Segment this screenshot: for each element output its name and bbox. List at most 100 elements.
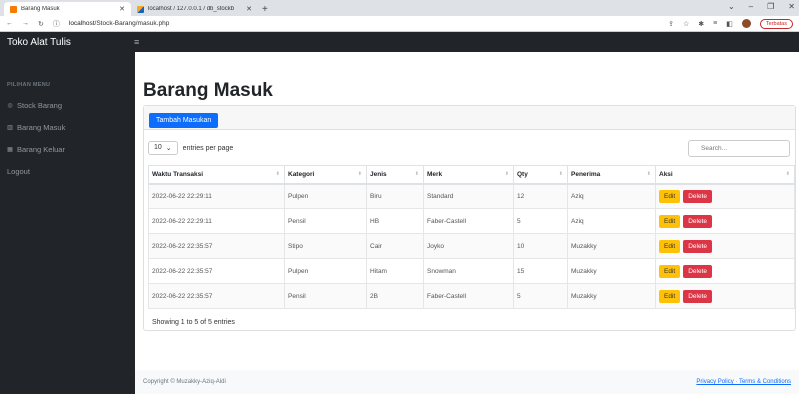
sidebar-heading: PILIHAN MENU	[7, 82, 51, 88]
minimize-icon[interactable]: –	[749, 2, 753, 11]
address-bar-row: ← → ↻ ⓘ localhost/Stock-Barang/masuk.php…	[0, 16, 799, 32]
sidebar-item-barang-keluar[interactable]: ▦ Barang Keluar	[0, 138, 135, 160]
url-field[interactable]: localhost/Stock-Barang/masuk.php	[69, 20, 659, 27]
cell-type: Biru	[366, 183, 424, 209]
cell-type: Hitam	[366, 258, 424, 284]
column-header[interactable]: Qty ⬍	[513, 165, 568, 185]
column-header[interactable]: Waktu Transaksi ⬍	[148, 165, 285, 185]
page-favicon-icon	[10, 5, 17, 13]
entries-per-page: 10 ⌄ entries per page	[148, 141, 233, 155]
extensions-icon[interactable]: ✱	[698, 20, 704, 28]
delete-button[interactable]: Delete	[683, 189, 712, 203]
edit-button[interactable]: Edit	[659, 189, 681, 203]
url-path: /Stock-Barang/masuk.php	[94, 20, 170, 27]
table-row: 2022-06-22 22:29:11 Pensil HB Faber-Cast…	[148, 208, 795, 234]
cell-qty: 15	[513, 258, 568, 284]
edit-button[interactable]: Edit	[659, 264, 681, 278]
cell-actions: Edit Delete	[655, 208, 795, 234]
profile-avatar[interactable]	[741, 19, 751, 28]
entries-value: 10	[154, 144, 162, 151]
sort-icon: ⬍	[785, 171, 790, 177]
column-header[interactable]: Merk ⬍	[423, 165, 514, 185]
profile-status-badge[interactable]: Terbatas	[759, 18, 793, 29]
reading-list-icon[interactable]: ≡	[713, 20, 717, 27]
sort-icon: ⬍	[558, 171, 563, 177]
sidebar-item-barang-masuk[interactable]: ▥ Barang Masuk	[0, 116, 135, 138]
column-header-label: Kategori	[288, 170, 315, 178]
table-icon: ▦	[7, 146, 13, 153]
sidebar: PILIHAN MENU ◎ Stock Barang ▥ Barang Mas…	[0, 52, 135, 394]
column-header-label: Jenis	[370, 170, 387, 178]
data-card: Tambah Masukan 10 ⌄ entries per page Sear…	[143, 105, 796, 331]
close-window-icon[interactable]: ✕	[788, 2, 795, 11]
back-icon[interactable]: ←	[6, 20, 13, 27]
column-header-label: Waktu Transaksi	[152, 170, 204, 178]
cell-category: Pensil	[284, 283, 367, 309]
cell-timestamp: 2022-06-22 22:35:57	[148, 233, 285, 259]
cell-type: HB	[366, 208, 424, 234]
cell-qty: 12	[513, 183, 568, 209]
column-header[interactable]: Aksi ⬍	[655, 165, 795, 185]
restore-icon[interactable]: ❐	[767, 2, 774, 11]
browser-tab[interactable]: localhost / 127.0.0.1 / db_stockb ✕	[131, 2, 258, 16]
chevron-down-icon: ⌄	[165, 145, 172, 152]
tab-title: Barang Masuk	[21, 6, 60, 12]
delete-button[interactable]: Delete	[683, 264, 712, 278]
cell-brand: Snowman	[423, 258, 514, 284]
cell-qty: 5	[513, 283, 568, 309]
sidebar-item-logout[interactable]: Logout	[0, 160, 135, 182]
cell-brand: Joyko	[423, 233, 514, 259]
cell-category: Pensil	[284, 208, 367, 234]
menu-toggle-icon[interactable]: ≡	[130, 37, 139, 47]
edit-button[interactable]: Edit	[659, 214, 681, 228]
cell-actions: Edit Delete	[655, 183, 795, 209]
table-info: Showing 1 to 5 of 5 entries	[152, 319, 235, 326]
table-row: 2022-06-22 22:35:57 Pulpen Hitam Snowman…	[148, 258, 795, 284]
column-header[interactable]: Jenis ⬍	[366, 165, 424, 185]
sort-icon: ⬍	[504, 171, 509, 177]
window-controls: ⌄ – ❐ ✕	[728, 2, 795, 11]
tachometer-icon: ◎	[7, 102, 13, 109]
delete-button[interactable]: Delete	[683, 214, 712, 228]
column-header[interactable]: Penerima ⬍	[567, 165, 656, 185]
cell-actions: Edit Delete	[655, 233, 795, 259]
cell-category: Pulpen	[284, 258, 367, 284]
footer-links[interactable]: Privacy Policy · Terms & Conditions	[696, 379, 791, 385]
sort-icon: ⬍	[414, 171, 419, 177]
cell-timestamp: 2022-06-22 22:29:11	[148, 208, 285, 234]
entries-select[interactable]: 10 ⌄	[148, 141, 178, 155]
cell-type: 2B	[366, 283, 424, 309]
search-input[interactable]: Search...	[688, 140, 790, 157]
edit-button[interactable]: Edit	[659, 239, 681, 253]
new-tab-icon[interactable]: +	[258, 4, 272, 16]
sidebar-item-label: Barang Keluar	[17, 144, 65, 154]
brand-title[interactable]: Toko Alat Tulis	[0, 37, 130, 48]
column-header[interactable]: Kategori ⬍	[284, 165, 367, 185]
sidebar-item-label: Logout	[7, 166, 30, 176]
add-entry-button[interactable]: Tambah Masukan	[149, 113, 219, 128]
sort-icon: ⬍	[357, 171, 362, 177]
close-tab-icon[interactable]: ✕	[119, 5, 125, 13]
cell-brand: Faber-Castell	[423, 283, 514, 309]
star-icon[interactable]: ☆	[683, 20, 689, 28]
delete-button[interactable]: Delete	[683, 239, 712, 253]
sort-icon: ⬍	[646, 171, 651, 177]
share-icon[interactable]: ⇪	[668, 20, 674, 28]
chevron-down-icon[interactable]: ⌄	[728, 2, 735, 11]
edit-button[interactable]: Edit	[659, 289, 681, 303]
cell-actions: Edit Delete	[655, 283, 795, 309]
reload-icon[interactable]: ↻	[38, 20, 44, 28]
main-content: Barang Masuk Tambah Masukan 10 ⌄ entries …	[135, 52, 799, 394]
forward-icon[interactable]: →	[22, 20, 29, 27]
delete-button[interactable]: Delete	[683, 289, 712, 303]
page-title: Barang Masuk	[143, 80, 273, 101]
browser-tab[interactable]: Barang Masuk ✕	[4, 2, 131, 16]
cell-receiver: Aziq	[567, 208, 656, 234]
sidebar-item-stock-barang[interactable]: ◎ Stock Barang	[0, 94, 135, 116]
sidepanel-icon[interactable]: ◧	[726, 20, 733, 28]
close-tab-icon[interactable]: ✕	[246, 5, 252, 13]
chart-icon: ▥	[7, 124, 13, 131]
copyright: Copyright © Muzakky-Aziq-Aldi	[143, 379, 226, 385]
info-icon[interactable]: ⓘ	[53, 19, 60, 29]
cell-brand: Faber-Castell	[423, 208, 514, 234]
